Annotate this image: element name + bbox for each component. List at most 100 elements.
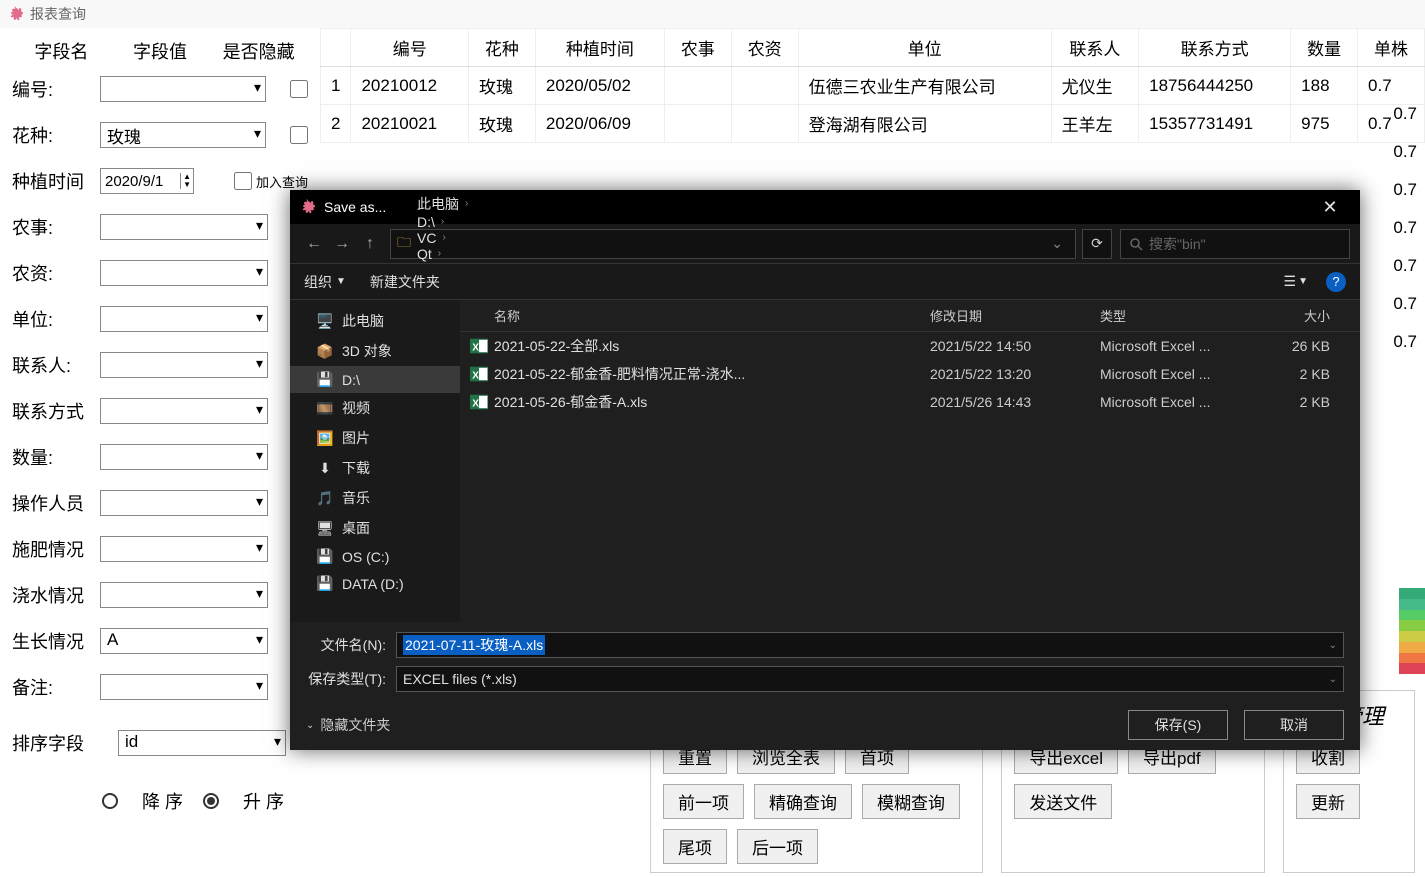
- overflow-cell: 0.7: [1393, 104, 1417, 142]
- file-list[interactable]: 名称 修改日期 类型 大小 2021-05-22-全部.xls2021/5/22…: [460, 300, 1360, 622]
- label-qty: 数量:: [12, 444, 100, 470]
- filename-input[interactable]: 2021-07-11-玫瑰-A.xls⌄: [396, 632, 1344, 658]
- sidebar-item[interactable]: 🎞️视频: [290, 393, 460, 423]
- filename-label: 文件名(N):: [306, 635, 386, 655]
- sidebar-item[interactable]: 🖥桌面: [290, 513, 460, 543]
- sidebar-item[interactable]: 💾DATA (D:): [290, 570, 460, 597]
- close-icon[interactable]: ✕: [1310, 197, 1350, 218]
- radio-desc[interactable]: [102, 793, 118, 809]
- header-field-value: 字段值: [111, 38, 210, 64]
- header-hidden: 是否隐藏: [209, 38, 308, 64]
- sidebar-item[interactable]: ⬇下载: [290, 453, 460, 483]
- query-button[interactable]: 模糊查询: [862, 784, 960, 819]
- table-row[interactable]: 120210012玫瑰2020/05/02伍德三农业生产有限公司尤仪生18756…: [321, 67, 1425, 105]
- save-button[interactable]: 保存(S): [1128, 710, 1228, 740]
- col-date[interactable]: 修改日期: [930, 306, 1100, 325]
- label-id: 编号:: [12, 76, 100, 102]
- new-folder-button[interactable]: 新建文件夹: [370, 272, 440, 292]
- header-field-name: 字段名: [12, 38, 111, 64]
- nav-forward-icon[interactable]: →: [328, 235, 356, 253]
- hide-folders-toggle[interactable]: ⌄隐藏文件夹: [306, 715, 390, 735]
- table-header[interactable]: 种植时间: [535, 29, 664, 67]
- table-header[interactable]: 编号: [351, 29, 469, 67]
- sidebar-item[interactable]: 💾D:\: [290, 366, 460, 393]
- label-phone: 联系方式: [12, 398, 100, 424]
- filetype-select[interactable]: EXCEL files (*.xls)⌄: [396, 666, 1344, 692]
- table-header[interactable]: 农事: [664, 29, 731, 67]
- file-row[interactable]: 2021-05-26-郁金香-A.xls2021/5/26 14:43Micro…: [460, 388, 1360, 416]
- combo-phone[interactable]: [100, 398, 268, 424]
- file-button[interactable]: 发送文件: [1014, 784, 1112, 819]
- search-icon: [1129, 237, 1143, 251]
- table-header[interactable]: 农资: [731, 29, 798, 67]
- sidebar-item[interactable]: 🖥️此电脑: [290, 306, 460, 336]
- col-size[interactable]: 大小: [1250, 306, 1350, 325]
- table-header[interactable]: 单株: [1358, 29, 1425, 67]
- path-dropdown-icon[interactable]: ⌄: [1045, 235, 1069, 252]
- sidebar-item[interactable]: 🎵音乐: [290, 483, 460, 513]
- breadcrumb-item[interactable]: VC›: [417, 230, 548, 246]
- file-row[interactable]: 2021-05-22-全部.xls2021/5/22 14:50Microsof…: [460, 332, 1360, 360]
- combo-growth[interactable]: A: [100, 628, 268, 654]
- check-addquery[interactable]: [234, 172, 252, 190]
- view-mode-icon[interactable]: ☰ ▼: [1284, 273, 1308, 290]
- table-row[interactable]: 220210021玫瑰2020/06/09登海湖有限公司王羊左153577314…: [321, 105, 1425, 143]
- organize-menu[interactable]: 组织▼: [304, 272, 346, 292]
- label-water: 浇水情况: [12, 582, 100, 608]
- label-remark: 备注:: [12, 674, 100, 700]
- check-hide-flower[interactable]: [290, 126, 308, 144]
- combo-water[interactable]: [100, 582, 268, 608]
- sidebar-item[interactable]: 🖼️图片: [290, 423, 460, 453]
- search-input[interactable]: 搜索"bin": [1120, 229, 1350, 259]
- query-button[interactable]: 尾项: [663, 829, 727, 864]
- col-name[interactable]: 名称: [470, 306, 930, 325]
- col-type[interactable]: 类型: [1100, 306, 1250, 325]
- combo-unit[interactable]: [100, 306, 268, 332]
- query-button[interactable]: 精确查询: [754, 784, 852, 819]
- combo-flower[interactable]: 玫瑰: [100, 122, 266, 148]
- combo-farmwork[interactable]: [100, 214, 268, 240]
- nav-up-icon[interactable]: ↑: [356, 235, 384, 253]
- excel-file-icon: [470, 365, 488, 383]
- drive-icon: 💾: [316, 548, 334, 565]
- overflow-cell: 0.7: [1393, 256, 1417, 294]
- breadcrumb-item[interactable]: 此电脑›: [417, 194, 548, 214]
- sidebar-item[interactable]: 💾OS (C:): [290, 543, 460, 570]
- download-icon: ⬇: [316, 460, 334, 477]
- overflow-cell: 0.7: [1393, 332, 1417, 370]
- refresh-icon[interactable]: ⟳: [1082, 229, 1112, 259]
- sidebar-item[interactable]: 📦3D 对象: [290, 336, 460, 366]
- combo-farmres[interactable]: [100, 260, 268, 286]
- table-header[interactable]: 数量: [1291, 29, 1358, 67]
- file-row[interactable]: 2021-05-22-郁金香-肥料情况正常-浇水...2021/5/22 13:…: [460, 360, 1360, 388]
- check-hide-id[interactable]: [290, 80, 308, 98]
- prod-button[interactable]: 更新: [1296, 784, 1360, 819]
- combo-remark[interactable]: [100, 674, 268, 700]
- table-header[interactable]: 联系方式: [1139, 29, 1291, 67]
- table-header[interactable]: 单位: [798, 29, 1051, 67]
- cancel-button[interactable]: 取消: [1244, 710, 1344, 740]
- breadcrumb-bar[interactable]: 🗀 此电脑›D:\›VC›Qt›FlowerManagment›bin› ⌄: [390, 229, 1076, 259]
- combo-fert[interactable]: [100, 536, 268, 562]
- pc-icon: 🖥️: [316, 313, 334, 330]
- folder-tree[interactable]: 🖥️此电脑📦3D 对象💾D:\🎞️视频🖼️图片⬇下载🎵音乐🖥桌面💾OS (C:)…: [290, 300, 460, 622]
- query-button[interactable]: 前一项: [663, 784, 744, 819]
- combo-sort[interactable]: id: [118, 730, 286, 756]
- breadcrumb-item[interactable]: D:\›: [417, 214, 548, 230]
- excel-file-icon: [470, 393, 488, 411]
- radio-asc[interactable]: [203, 793, 219, 809]
- filetype-label: 保存类型(T):: [306, 669, 386, 689]
- combo-contact[interactable]: [100, 352, 268, 378]
- breadcrumb-item[interactable]: Qt›: [417, 246, 548, 262]
- query-button[interactable]: 后一项: [737, 829, 818, 864]
- dialog-app-icon: [300, 199, 316, 215]
- table-header[interactable]: 联系人: [1051, 29, 1139, 67]
- help-icon[interactable]: ?: [1326, 272, 1346, 292]
- combo-operator[interactable]: [100, 490, 268, 516]
- nav-back-icon[interactable]: ←: [300, 235, 328, 253]
- date-planttime[interactable]: 2020/9/1▲▼: [100, 168, 194, 194]
- combo-id[interactable]: [100, 76, 266, 102]
- combo-qty[interactable]: [100, 444, 268, 470]
- table-header[interactable]: 花种: [468, 29, 535, 67]
- image-icon: 🖼️: [316, 430, 334, 447]
